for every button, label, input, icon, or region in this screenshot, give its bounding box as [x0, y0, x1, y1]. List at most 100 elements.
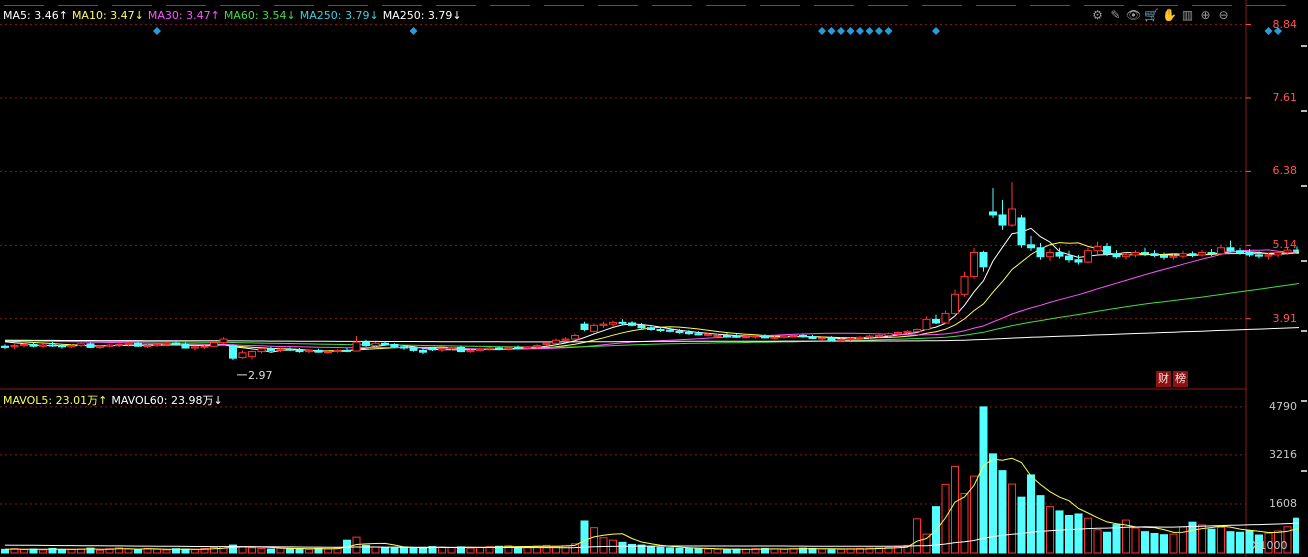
- candle-body: [1236, 250, 1244, 254]
- candle-body: [267, 348, 275, 351]
- candle-body: [818, 337, 826, 340]
- candle-body: [561, 338, 570, 341]
- volume-bar: [1027, 474, 1035, 554]
- volume-bar: [1093, 529, 1102, 554]
- candle-body: [20, 343, 28, 347]
- candle-body: [1027, 244, 1035, 249]
- candle-body: [856, 336, 864, 339]
- candle-body: [115, 343, 123, 346]
- candle-body: [780, 335, 788, 338]
- candle-body: [637, 324, 646, 329]
- volume-bar: [248, 547, 256, 554]
- volume-bar: [827, 549, 836, 554]
- volume-bar: [162, 549, 171, 554]
- price-tick-label: 3.91: [1272, 311, 1298, 325]
- candle-body: [970, 252, 978, 277]
- candle-body: [656, 329, 665, 332]
- candle-body: [989, 211, 997, 216]
- volume-bar: [438, 546, 446, 554]
- candle-body: [39, 344, 47, 347]
- ranking-badge[interactable]: 榜: [1173, 371, 1188, 387]
- volume-bar: [267, 548, 275, 554]
- candle-body: [257, 348, 266, 353]
- candle-body: [286, 348, 294, 351]
- candle-body: [1198, 252, 1206, 256]
- candle-body: [1217, 247, 1225, 255]
- candle-body: [808, 336, 817, 339]
- volume-tick-label: 3216: [1269, 447, 1297, 461]
- candle-body: [333, 349, 342, 353]
- candle-body: [571, 334, 579, 340]
- volume-bar: [1074, 513, 1083, 554]
- candle-body: [761, 335, 769, 339]
- volume-ma-legend: MAVOL5: 23.01万↑ MAVOL60: 23.98万↓: [3, 392, 227, 408]
- candle-body: [1046, 252, 1054, 258]
- candle-body: [1112, 253, 1121, 258]
- candle-body: [1036, 247, 1045, 258]
- candle-body: [580, 323, 589, 331]
- volume-bar: [238, 546, 247, 554]
- price-tick-label: 6.38: [1272, 164, 1298, 178]
- candle-body: [1131, 252, 1140, 256]
- volume-legend-item-1: MAVOL60: 23.98万↓: [111, 394, 223, 407]
- candle-body: [1103, 246, 1111, 255]
- ma-line-ma30: [4, 249, 1308, 350]
- candle-body: [704, 333, 712, 336]
- event-marker-icon: [875, 27, 883, 35]
- volume-bar: [656, 547, 665, 554]
- volume-bar: [979, 406, 988, 554]
- volume-bar: [960, 493, 969, 554]
- volume-unit-label: X1000: [1252, 539, 1288, 552]
- candle-body: [846, 337, 855, 341]
- candle-body: [875, 334, 883, 337]
- candle-body: [590, 324, 598, 332]
- event-marker-icon: [932, 27, 940, 35]
- volume-bar: [381, 547, 389, 554]
- candle-body: [922, 318, 931, 331]
- volume-bar: [20, 549, 28, 554]
- candle-body: [105, 344, 114, 347]
- right-scrollbar-edge[interactable]: [1299, 0, 1308, 557]
- volume-bar: [818, 548, 826, 554]
- candle-body: [694, 333, 703, 336]
- candle-body: [86, 343, 95, 348]
- candle-body: [248, 351, 256, 357]
- candle-body: [48, 344, 57, 347]
- candlestick-chart: 8.532.97: [0, 0, 1308, 557]
- volume-bar: [466, 547, 475, 554]
- volume-bar: [1236, 531, 1244, 554]
- candle-body: [979, 252, 988, 268]
- edge-tick: [1301, 330, 1307, 332]
- candle-body: [732, 335, 741, 338]
- candle-body: [894, 332, 902, 335]
- candle-body: [1160, 255, 1168, 258]
- volume-bar: [1065, 514, 1073, 554]
- candle-body: [485, 347, 494, 350]
- volume-bar: [989, 453, 997, 554]
- candle-body: [1150, 253, 1159, 257]
- finance-badge[interactable]: 财: [1156, 371, 1171, 387]
- candle-body: [495, 347, 503, 350]
- volume-legend-item-0: MAVOL5: 23.01万↑: [3, 394, 108, 407]
- edge-tick: [1301, 110, 1307, 112]
- candle-body: [343, 349, 351, 352]
- event-marker-icon: [856, 27, 864, 35]
- candle-body: [181, 343, 190, 349]
- candle-body: [1065, 255, 1073, 261]
- candle-body: [238, 352, 247, 359]
- volume-bar: [257, 547, 266, 554]
- candle-body: [134, 342, 142, 347]
- candle-body: [409, 347, 418, 351]
- candle-body: [381, 342, 389, 345]
- candle-body: [723, 334, 731, 337]
- candle-body: [552, 339, 560, 344]
- volume-bar: [390, 547, 399, 554]
- candle-body: [295, 349, 304, 353]
- candle-body: [96, 345, 104, 348]
- candle-body: [998, 214, 1007, 226]
- candle-body: [10, 345, 19, 348]
- candle-body: [1245, 252, 1254, 256]
- volume-bar: [998, 470, 1007, 554]
- candle-body: [371, 342, 380, 347]
- volume-bar: [685, 547, 693, 554]
